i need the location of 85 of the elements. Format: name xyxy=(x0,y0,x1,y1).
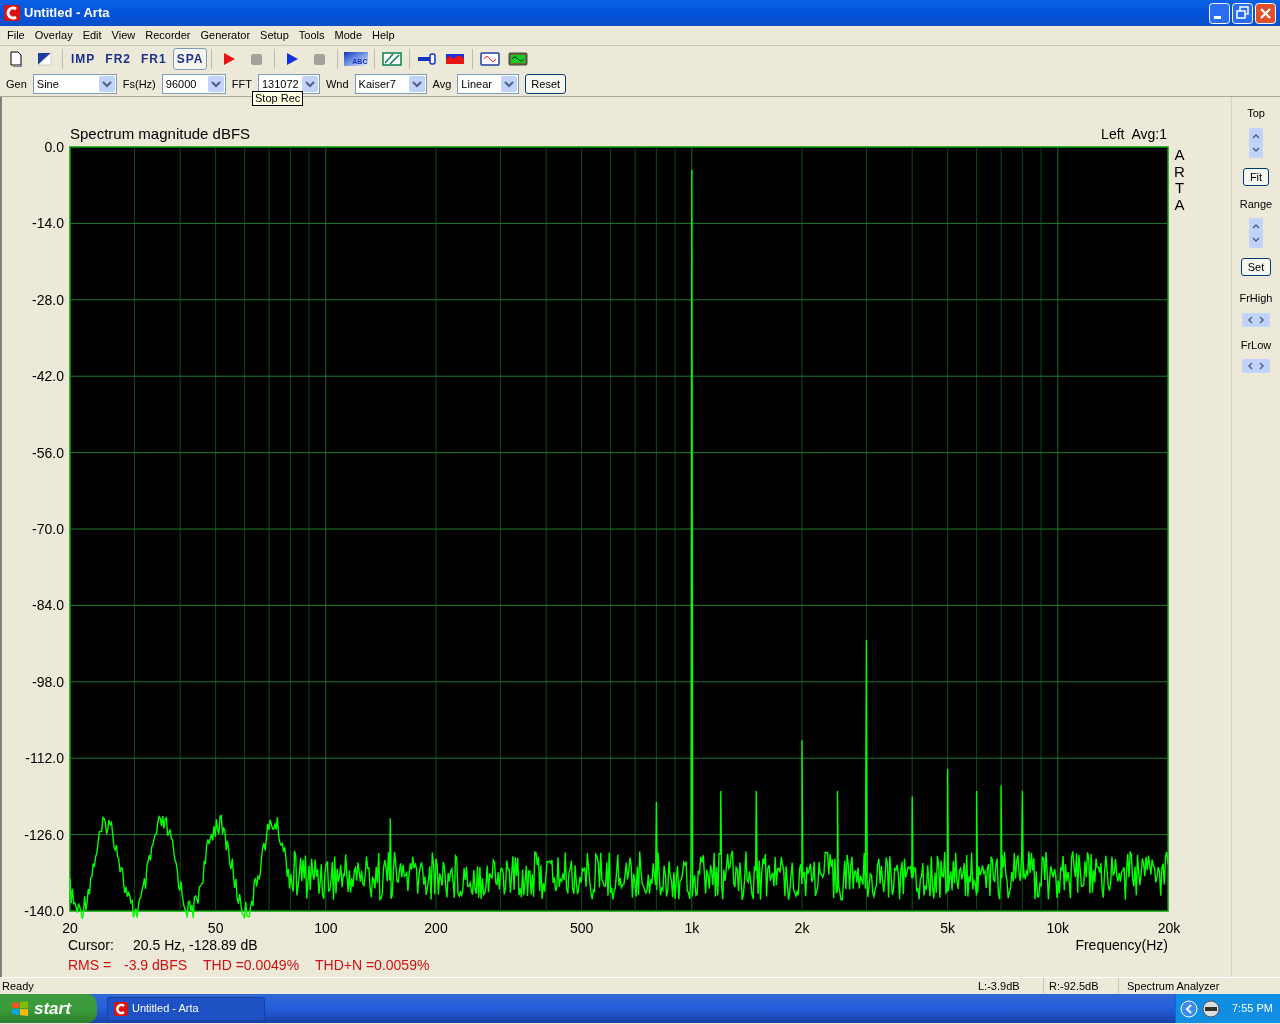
window-title: Untitled - Arta xyxy=(24,4,111,23)
y-axis-label: -112.0 xyxy=(25,750,64,767)
spinner-arrows-icon[interactable] xyxy=(1249,218,1263,248)
side-button[interactable]: Fit xyxy=(1242,167,1270,186)
menu-item[interactable]: File xyxy=(2,27,30,44)
field-label: FFT xyxy=(231,76,252,92)
reset-button[interactable]: Reset xyxy=(525,74,567,94)
x-axis-label: 200 xyxy=(424,920,448,936)
scope-icon[interactable] xyxy=(508,51,529,67)
menu-item[interactable]: Mode xyxy=(329,27,367,44)
spinner-label: FrLow xyxy=(1240,337,1272,353)
probe-icon[interactable] xyxy=(417,51,438,67)
measurement-text: THD =0.0049% xyxy=(203,957,300,973)
menu-item[interactable]: Edit xyxy=(77,27,107,44)
mode-button[interactable]: FR1 xyxy=(137,48,171,70)
x-axis-label: 100 xyxy=(314,920,338,936)
field-label: Fs(Hz) xyxy=(122,76,156,92)
y-axis-label: -56.0 xyxy=(32,444,64,461)
dropdown[interactable]: Linear xyxy=(457,74,520,94)
app-icon[interactable] xyxy=(4,5,20,21)
menu-item[interactable]: Overlay xyxy=(29,27,78,44)
dropdown[interactable]: Sine xyxy=(32,74,117,94)
field-label: Avg xyxy=(432,76,452,92)
y-axis-label: -140.0 xyxy=(24,903,64,919)
spinner-label: Range xyxy=(1239,196,1273,212)
minimize-icon[interactable] xyxy=(1209,2,1230,24)
x-axis-label: 1k xyxy=(684,920,700,936)
cursor-label: Cursor: xyxy=(68,937,114,953)
app-icon[interactable] xyxy=(114,1001,128,1016)
cursor-value: 20.5 Hz, -128.89 dB xyxy=(133,937,258,953)
mode-button[interactable]: FR2 xyxy=(101,48,135,70)
spinner-arrows-icon[interactable] xyxy=(1242,312,1270,327)
side-button[interactable]: Set xyxy=(1240,258,1272,276)
scope-icon[interactable] xyxy=(480,51,501,67)
x-axis-label: 2k xyxy=(794,920,810,936)
restore-icon[interactable] xyxy=(1232,2,1253,24)
dropdown[interactable]: Kaiser7 xyxy=(354,74,427,94)
y-axis-label: 0.0 xyxy=(44,139,64,155)
tray-app-icon[interactable] xyxy=(1202,999,1220,1018)
menu-item[interactable]: Recorder xyxy=(140,27,196,44)
spinner-label: FrHigh xyxy=(1239,291,1273,306)
dropdown[interactable]: 131072 xyxy=(257,74,320,94)
chart-title: Spectrum magnitude dBFS xyxy=(70,125,251,142)
measurement-text: RMS = xyxy=(68,957,112,973)
spinner-label: Top xyxy=(1247,106,1265,121)
clock: 7:55 PM xyxy=(1232,1001,1273,1017)
spinner-arrows-icon[interactable] xyxy=(1242,359,1270,373)
menu-item[interactable]: Tools xyxy=(293,27,330,44)
x-axis-title: Frequency(Hz) xyxy=(1075,937,1168,953)
status-text: Ready xyxy=(1,978,35,994)
dropdown[interactable]: 96000 xyxy=(161,74,226,94)
y-axis-label: -14.0 xyxy=(32,215,64,232)
menu-item[interactable]: View xyxy=(106,27,141,44)
menu-item[interactable]: Help xyxy=(367,27,400,44)
level-bar-icon[interactable] xyxy=(445,51,466,67)
x-axis-label: 5k xyxy=(940,920,956,936)
y-axis-label: -42.0 xyxy=(32,368,64,385)
vertical-label: ARTA xyxy=(1173,147,1186,213)
x-axis-label: 20k xyxy=(1157,920,1181,936)
menu-item[interactable]: Generator xyxy=(195,27,256,44)
start-button[interactable]: start xyxy=(0,994,97,1023)
hatched-icon[interactable] xyxy=(382,51,403,67)
y-axis-label: -70.0 xyxy=(32,521,64,537)
x-axis-label: 20 xyxy=(62,920,78,936)
measurement-text: THD+N =0.0059% xyxy=(315,957,430,973)
taskbar-button[interactable]: Untitled - Arta xyxy=(107,996,265,1021)
mode-button[interactable]: IMP xyxy=(67,48,100,70)
y-axis-label: -28.0 xyxy=(32,291,64,308)
field-label: Gen xyxy=(6,76,27,92)
close-icon[interactable] xyxy=(1255,2,1276,24)
channel-label: Left Avg:1 xyxy=(1101,126,1167,142)
measurement-text: -3.9 dBFS xyxy=(124,957,188,973)
x-axis-label: 10k xyxy=(1046,920,1070,936)
status-text: Spectrum Analyzer xyxy=(1126,978,1221,994)
x-axis-label: 50 xyxy=(207,920,224,936)
field-label: Wnd xyxy=(325,76,349,92)
windows-logo-icon[interactable] xyxy=(10,999,30,1018)
tooltip: Stop Rec xyxy=(252,91,304,106)
x-axis-label: 500 xyxy=(569,920,594,936)
y-axis-label: -98.0 xyxy=(32,673,64,690)
menu-item[interactable]: Setup xyxy=(255,27,294,44)
y-axis-label: -126.0 xyxy=(24,826,64,843)
mode-button[interactable]: SPA xyxy=(172,48,208,70)
spinner-arrows-icon[interactable] xyxy=(1249,127,1263,158)
y-axis-label: -84.0 xyxy=(32,597,64,614)
